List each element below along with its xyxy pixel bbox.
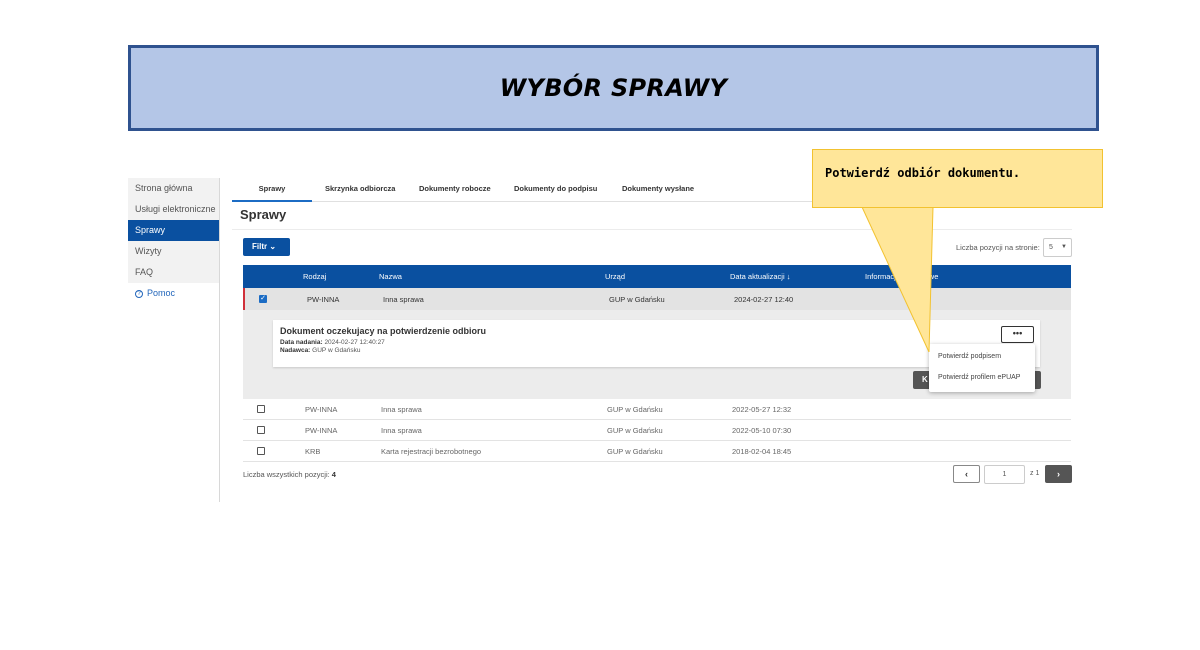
sidebar-item-faq[interactable]: FAQ (128, 262, 219, 283)
document-sent-date: Data nadania: 2024-02-27 12:40:27 (280, 339, 385, 346)
cell-urzad: GUP w Gdańsku (607, 426, 663, 435)
header-info[interactable]: Informacje dodatkowe (865, 272, 938, 281)
callout-text: Potwierdź odbiór dokumentu. (825, 166, 1021, 180)
filter-button[interactable]: Filtr ⌄ (243, 238, 290, 256)
cell-data: 2018-02-04 18:45 (732, 447, 792, 456)
total-label: Liczba wszystkich pozycji: (243, 470, 330, 479)
more-options-button[interactable]: ••• (1001, 326, 1034, 343)
row-checkbox[interactable] (257, 405, 265, 413)
header-nazwa[interactable]: Nazwa (379, 272, 402, 281)
cell-data: 2024-02-27 12:40 (734, 295, 794, 304)
help-circle-icon: ? (135, 289, 143, 298)
header-rodzaj[interactable]: Rodzaj (303, 272, 326, 281)
sent-label: Data nadania: (280, 339, 323, 346)
menu-item-confirm-epuap[interactable]: Potwierdź profilem ePUAP (938, 374, 1020, 381)
menu-item-confirm-signature[interactable]: Potwierdź podpisem (938, 353, 1001, 360)
sent-value: 2024-02-27 12:40:27 (324, 339, 385, 346)
cell-urzad: GUP w Gdańsku (607, 405, 663, 414)
table-row[interactable]: PW-INNA Inna sprawa GUP w Gdańsku 2022-0… (243, 420, 1071, 441)
total-value: 4 (331, 470, 336, 479)
sender-value: GUP w Gdańsku (312, 347, 361, 354)
per-page-select[interactable]: 5 ▼ (1043, 238, 1072, 257)
header-data-label: Data aktualizacji (730, 272, 785, 281)
sidebar: Strona główna Usługi elektroniczne Spraw… (128, 178, 220, 502)
row-checkbox[interactable] (257, 426, 265, 434)
table-row[interactable]: KRB Karta rejestracji bezrobotnego GUP w… (243, 441, 1071, 462)
next-page-button[interactable]: › (1045, 465, 1072, 483)
page-of-label: z 1 (1030, 470, 1040, 477)
cell-nazwa: Inna sprawa (381, 405, 422, 414)
per-page-value: 5 (1049, 244, 1053, 251)
cell-rodzaj: KRB (305, 447, 321, 456)
document-sender: Nadawca: GUP w Gdańsku (280, 347, 360, 354)
callout-box: Potwierdź odbiór dokumentu. (812, 149, 1103, 208)
title-banner: WYBÓR SPRAWY (128, 45, 1099, 131)
chevron-right-icon: › (1057, 469, 1060, 479)
filter-label: Filtr (252, 242, 268, 251)
tab-drafts[interactable]: Dokumenty robocze (419, 184, 491, 193)
sender-label: Nadawca: (280, 347, 311, 354)
cell-urzad: GUP w Gdańsku (609, 295, 665, 304)
cell-nazwa: Inna sprawa (383, 295, 424, 304)
document-title: Dokument oczekujacy na potwierdzenie odb… (280, 326, 487, 336)
cell-data: 2022-05-10 07:30 (732, 426, 792, 435)
document-card: Dokument oczekujacy na potwierdzenie odb… (273, 320, 1040, 367)
cell-nazwa: Karta rejestracji bezrobotnego (381, 447, 482, 456)
table-header: Rodzaj Nazwa Urząd Data aktualizacji ↓ I… (243, 265, 1071, 288)
header-urzad[interactable]: Urząd (605, 272, 625, 281)
cell-rodzaj: PW-INNA (307, 295, 340, 304)
sidebar-item-home[interactable]: Strona główna (128, 178, 219, 199)
confirm-dropdown-menu: Potwierdź podpisem Potwierdź profilem eP… (929, 344, 1035, 392)
chevron-down-icon: ⌄ (269, 242, 277, 251)
chevron-left-icon: ‹ (965, 469, 968, 479)
sidebar-item-cases[interactable]: Sprawy (128, 220, 219, 241)
tab-inbox[interactable]: Skrzynka odbiorcza (325, 184, 395, 193)
cell-nazwa: Inna sprawa (381, 426, 422, 435)
table-row-selected[interactable]: ✓ PW-INNA Inna sprawa GUP w Gdańsku 2024… (243, 288, 1071, 310)
table-row[interactable]: PW-INNA Inna sprawa GUP w Gdańsku 2022-0… (243, 399, 1071, 420)
total-count: Liczba wszystkich pozycji: 4 (243, 470, 336, 479)
sidebar-item-help[interactable]: ? Pomoc (128, 283, 219, 304)
row-checkbox[interactable] (257, 447, 265, 455)
cell-data: 2022-05-27 12:32 (732, 405, 792, 414)
prev-page-button[interactable]: ‹ (953, 465, 980, 483)
divider (232, 229, 1072, 230)
row-checkbox-checked[interactable]: ✓ (259, 295, 267, 303)
sidebar-item-visits[interactable]: Wizyty (128, 241, 219, 262)
sidebar-item-services[interactable]: Usługi elektroniczne (128, 199, 219, 220)
page-input[interactable]: 1 (984, 465, 1025, 484)
cell-urzad: GUP w Gdańsku (607, 447, 663, 456)
page-title: Sprawy (240, 207, 287, 222)
tab-sent[interactable]: Dokumenty wysłane (622, 184, 694, 193)
caret-down-icon: ▼ (1061, 244, 1067, 250)
per-page-label: Liczba pozycji na stronie: (956, 243, 1040, 252)
sort-down-arrow-icon: ↓ (786, 272, 791, 281)
tab-to-sign[interactable]: Dokumenty do podpisu (514, 184, 597, 193)
cell-rodzaj: PW-INNA (305, 405, 338, 414)
header-data[interactable]: Data aktualizacji ↓ (730, 272, 790, 281)
cell-rodzaj: PW-INNA (305, 426, 338, 435)
help-label: Pomoc (147, 288, 176, 298)
tab-sprawy[interactable]: Sprawy (232, 184, 312, 202)
banner-title: WYBÓR SPRAWY (499, 74, 728, 102)
